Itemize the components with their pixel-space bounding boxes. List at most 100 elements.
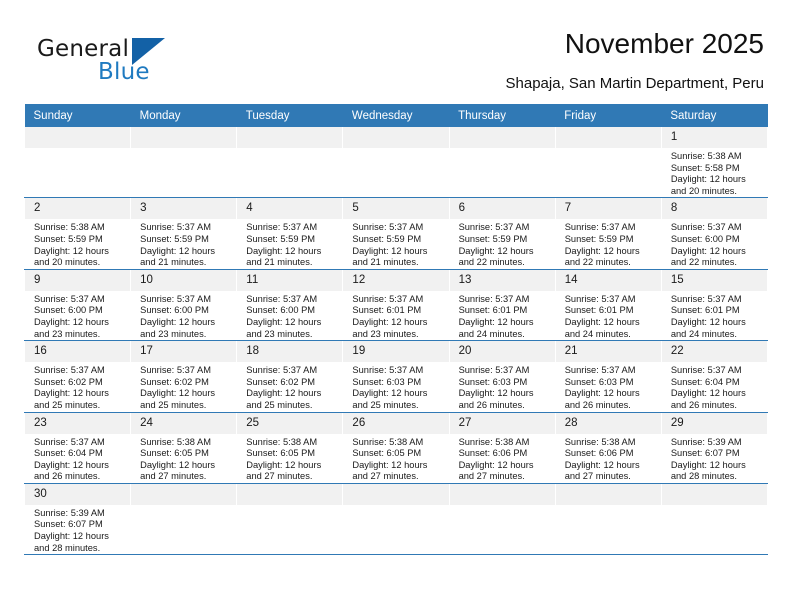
day-number: 14 bbox=[555, 269, 661, 291]
weekday-header-monday: Monday bbox=[130, 104, 237, 127]
calendar-day-cell[interactable]: 11 Sunrise: 5:37 AM Sunset: 6:00 PM Dayligh… bbox=[236, 269, 344, 342]
calendar-day-cell[interactable]: 27 Sunrise: 5:38 AM Sunset: 6:06 PM Dayligh… bbox=[448, 412, 556, 484]
calendar-day-cell[interactable]: 20 Sunrise: 5:37 AM Sunset: 6:03 PM Dayligh… bbox=[448, 340, 556, 413]
sunset-text: Sunset: 6:06 PM bbox=[458, 448, 528, 459]
calendar-day-cell[interactable]: 13 Sunrise: 5:37 AM Sunset: 6:01 PM Dayligh… bbox=[448, 269, 556, 342]
day-details: Sunrise: 5:37 AM Sunset: 5:59 PM Daylight:… bbox=[237, 219, 342, 268]
calendar-day-cell[interactable]: 26 Sunrise: 5:38 AM Sunset: 6:05 PM Dayligh… bbox=[342, 412, 450, 484]
day-details: Sunrise: 5:37 AM Sunset: 6:00 PM Daylight:… bbox=[131, 291, 236, 340]
day-number: 3 bbox=[131, 198, 237, 220]
daylight-text-line2: and 21 minutes. bbox=[352, 257, 419, 268]
day-number: 9 bbox=[25, 269, 131, 291]
day-number: 23 bbox=[25, 412, 131, 434]
day-details: Sunrise: 5:37 AM Sunset: 6:02 PM Daylight:… bbox=[25, 362, 130, 411]
sunrise-text: Sunrise: 5:37 AM bbox=[670, 365, 742, 376]
calendar-day-cell[interactable]: 17 Sunrise: 5:37 AM Sunset: 6:02 PM Dayligh… bbox=[130, 340, 238, 413]
day-number: 16 bbox=[25, 341, 131, 363]
day-number: 30 bbox=[25, 483, 131, 505]
calendar-day-cell[interactable]: 10 Sunrise: 5:37 AM Sunset: 6:00 PM Dayligh… bbox=[130, 269, 238, 342]
daylight-text-line1: Daylight: 12 hours bbox=[140, 316, 216, 327]
sunrise-text: Sunrise: 5:37 AM bbox=[458, 222, 530, 233]
calendar-day-cell-empty bbox=[448, 483, 556, 556]
calendar-day-cell[interactable]: 4 Sunrise: 5:37 AM Sunset: 5:59 PM Daylight… bbox=[236, 197, 344, 270]
calendar-day-cell[interactable]: 30 Sunrise: 5:39 AM Sunset: 6:07 PM Dayligh… bbox=[23, 483, 132, 556]
page-header: General Blue November 2025 Shapaja, San … bbox=[24, 28, 768, 96]
daylight-text-line2: and 22 minutes. bbox=[670, 257, 737, 268]
day-number: 28 bbox=[555, 412, 661, 434]
calendar-day-cell[interactable]: 18 Sunrise: 5:37 AM Sunset: 6:02 PM Dayligh… bbox=[236, 340, 344, 413]
weekday-header-saturday: Saturday bbox=[661, 104, 768, 127]
sunset-text: Sunset: 6:00 PM bbox=[246, 305, 316, 316]
calendar-day-cell[interactable]: 5 Sunrise: 5:37 AM Sunset: 5:59 PM Daylight… bbox=[342, 197, 450, 270]
calendar-day-cell-empty bbox=[342, 483, 450, 556]
day-number: 27 bbox=[449, 412, 555, 434]
daylight-text-line1: Daylight: 12 hours bbox=[246, 245, 322, 256]
calendar-day-cell-empty bbox=[130, 483, 238, 556]
sunset-text: Sunset: 5:59 PM bbox=[34, 233, 103, 244]
sunrise-text: Sunrise: 5:38 AM bbox=[34, 222, 105, 233]
daylight-text-line1: Daylight: 12 hours bbox=[34, 245, 109, 256]
day-number: 12 bbox=[343, 269, 449, 291]
calendar-day-cell-empty bbox=[448, 127, 556, 199]
calendar-day-cell[interactable]: 3 Sunrise: 5:37 AM Sunset: 5:59 PM Daylight… bbox=[130, 197, 238, 270]
calendar-day-cell[interactable]: 2 Sunrise: 5:38 AM Sunset: 5:59 PM Daylight… bbox=[23, 197, 132, 270]
sunset-text: Sunset: 6:00 PM bbox=[140, 305, 209, 316]
general-blue-logo[interactable]: General Blue bbox=[37, 36, 257, 92]
sunset-text: Sunset: 6:02 PM bbox=[140, 376, 209, 387]
day-number bbox=[555, 483, 661, 505]
sunset-text: Sunset: 6:01 PM bbox=[352, 305, 422, 316]
daylight-text-line2: and 26 minutes. bbox=[458, 399, 525, 410]
daylight-text-line2: and 27 minutes. bbox=[246, 471, 313, 482]
calendar-day-cell[interactable]: 22 Sunrise: 5:37 AM Sunset: 6:04 PM Dayligh… bbox=[660, 340, 769, 413]
day-details: Sunrise: 5:38 AM Sunset: 5:59 PM Daylight:… bbox=[25, 219, 130, 268]
calendar-day-cell[interactable]: 12 Sunrise: 5:37 AM Sunset: 6:01 PM Dayligh… bbox=[342, 269, 450, 342]
day-details: Sunrise: 5:37 AM Sunset: 6:01 PM Daylight:… bbox=[450, 291, 555, 340]
calendar-day-cell-empty bbox=[23, 127, 132, 199]
day-details: Sunrise: 5:38 AM Sunset: 6:06 PM Daylight:… bbox=[556, 434, 661, 483]
calendar-day-cell[interactable]: 6 Sunrise: 5:37 AM Sunset: 5:59 PM Daylight… bbox=[448, 197, 556, 270]
day-number bbox=[237, 127, 343, 148]
calendar-day-cell[interactable]: 24 Sunrise: 5:38 AM Sunset: 6:05 PM Dayligh… bbox=[130, 412, 238, 484]
daylight-text-line2: and 25 minutes. bbox=[352, 399, 419, 410]
day-details: Sunrise: 5:39 AM Sunset: 6:07 PM Daylight:… bbox=[25, 505, 130, 554]
daylight-text-line2: and 21 minutes. bbox=[140, 257, 207, 268]
calendar-day-cell[interactable]: 21 Sunrise: 5:37 AM Sunset: 6:03 PM Dayligh… bbox=[554, 340, 662, 413]
day-details: Sunrise: 5:37 AM Sunset: 6:04 PM Daylight:… bbox=[25, 434, 130, 483]
daylight-text-line1: Daylight: 12 hours bbox=[352, 245, 428, 256]
calendar-day-cell[interactable]: 23 Sunrise: 5:37 AM Sunset: 6:04 PM Dayligh… bbox=[23, 412, 132, 484]
calendar-day-cell-empty bbox=[130, 127, 238, 199]
daylight-text-line2: and 24 minutes. bbox=[670, 328, 737, 339]
daylight-text-line1: Daylight: 12 hours bbox=[670, 459, 746, 470]
daylight-text-line2: and 26 minutes. bbox=[34, 471, 101, 482]
sunrise-text: Sunrise: 5:37 AM bbox=[564, 293, 636, 304]
weekday-header-wednesday: Wednesday bbox=[342, 104, 450, 127]
sunrise-text: Sunrise: 5:37 AM bbox=[458, 365, 530, 376]
day-details: Sunrise: 5:37 AM Sunset: 5:59 PM Daylight:… bbox=[131, 219, 236, 268]
sunrise-text: Sunrise: 5:37 AM bbox=[670, 293, 742, 304]
calendar-day-cell[interactable]: 15 Sunrise: 5:37 AM Sunset: 6:01 PM Dayligh… bbox=[660, 269, 769, 342]
calendar-day-cell-empty bbox=[660, 483, 769, 556]
calendar-day-cell[interactable]: 19 Sunrise: 5:37 AM Sunset: 6:03 PM Dayligh… bbox=[342, 340, 450, 413]
calendar-day-cell[interactable]: 25 Sunrise: 5:38 AM Sunset: 6:05 PM Dayligh… bbox=[236, 412, 344, 484]
calendar-day-cell[interactable]: 28 Sunrise: 5:38 AM Sunset: 6:06 PM Dayligh… bbox=[554, 412, 662, 484]
daylight-text-line2: and 27 minutes. bbox=[458, 471, 525, 482]
sunset-text: Sunset: 6:05 PM bbox=[246, 448, 316, 459]
calendar-week-row: 2 Sunrise: 5:38 AM Sunset: 5:59 PM Daylight… bbox=[23, 197, 769, 270]
daylight-text-line1: Daylight: 12 hours bbox=[670, 245, 746, 256]
calendar-day-cell[interactable]: 9 Sunrise: 5:37 AM Sunset: 6:00 PM Daylight… bbox=[23, 269, 132, 342]
daylight-text-line2: and 24 minutes. bbox=[458, 328, 525, 339]
calendar-day-cell[interactable]: 8 Sunrise: 5:37 AM Sunset: 6:00 PM Daylight… bbox=[660, 197, 769, 270]
sunset-text: Sunset: 5:59 PM bbox=[140, 233, 209, 244]
sunrise-text: Sunrise: 5:37 AM bbox=[564, 365, 636, 376]
daylight-text-line1: Daylight: 12 hours bbox=[458, 316, 534, 327]
day-number: 22 bbox=[661, 341, 767, 363]
calendar-day-cell[interactable]: 1 Sunrise: 5:38 AM Sunset: 5:58 PM Daylight… bbox=[660, 127, 769, 199]
calendar-day-cell[interactable]: 29 Sunrise: 5:39 AM Sunset: 6:07 PM Dayligh… bbox=[660, 412, 769, 484]
calendar-day-cell[interactable]: 16 Sunrise: 5:37 AM Sunset: 6:02 PM Dayligh… bbox=[23, 340, 132, 413]
calendar-day-cell[interactable]: 14 Sunrise: 5:37 AM Sunset: 6:01 PM Dayligh… bbox=[554, 269, 662, 342]
daylight-text-line2: and 22 minutes. bbox=[458, 257, 525, 268]
day-number bbox=[131, 127, 237, 148]
calendar-day-cell-empty bbox=[236, 127, 344, 199]
day-number: 25 bbox=[237, 412, 343, 434]
calendar-day-cell[interactable]: 7 Sunrise: 5:37 AM Sunset: 5:59 PM Daylight… bbox=[554, 197, 662, 270]
